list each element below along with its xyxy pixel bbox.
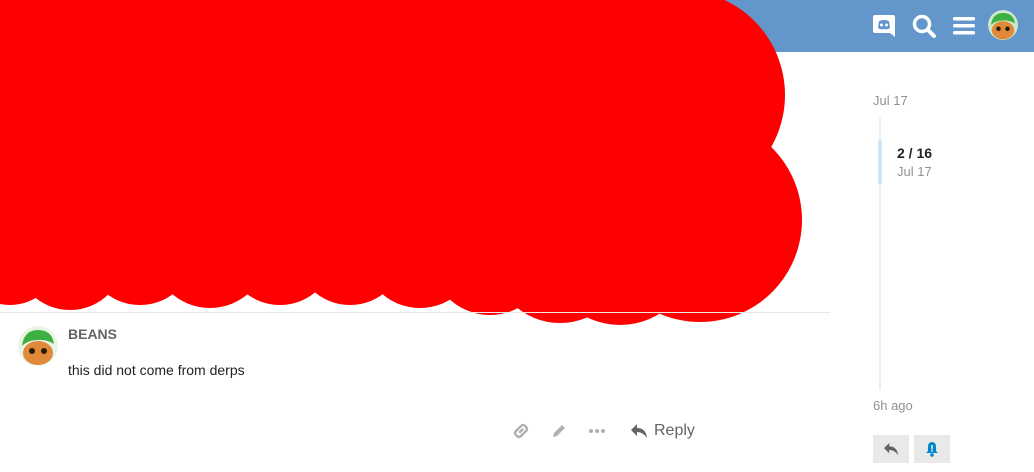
reply-button[interactable]: Reply <box>630 418 695 444</box>
timeline-scroll-handle[interactable] <box>878 140 882 184</box>
post-body-text: this did not come from derps <box>68 362 245 378</box>
edit-pencil-icon[interactable] <box>545 418 573 444</box>
notification-bell-icon <box>926 442 938 457</box>
user-avatar[interactable] <box>988 10 1018 40</box>
green-cap-character-avatar[interactable] <box>18 326 58 366</box>
post-username[interactable]: BEANS <box>68 326 117 342</box>
hamburger-menu-icon[interactable] <box>946 8 982 44</box>
notification-bell-button[interactable] <box>914 435 950 463</box>
reply-label: Reply <box>654 422 695 439</box>
timeline-start-date[interactable]: Jul 17 <box>873 93 908 108</box>
search-icon[interactable] <box>906 8 942 44</box>
red-redaction-overlay <box>0 0 802 325</box>
discord-icon[interactable] <box>866 8 902 44</box>
reply-arrow-icon <box>884 442 898 456</box>
timeline-reply-button[interactable] <box>873 435 909 463</box>
link-icon[interactable] <box>507 418 535 444</box>
timeline-position: 2 / 16 <box>897 145 933 161</box>
timeline-end-label[interactable]: 6h ago <box>873 398 913 413</box>
more-ellipsis-icon[interactable] <box>583 418 611 444</box>
post-divider <box>0 312 830 313</box>
timeline-current-date: Jul 17 <box>897 164 932 179</box>
reply-arrow-icon <box>631 424 647 438</box>
